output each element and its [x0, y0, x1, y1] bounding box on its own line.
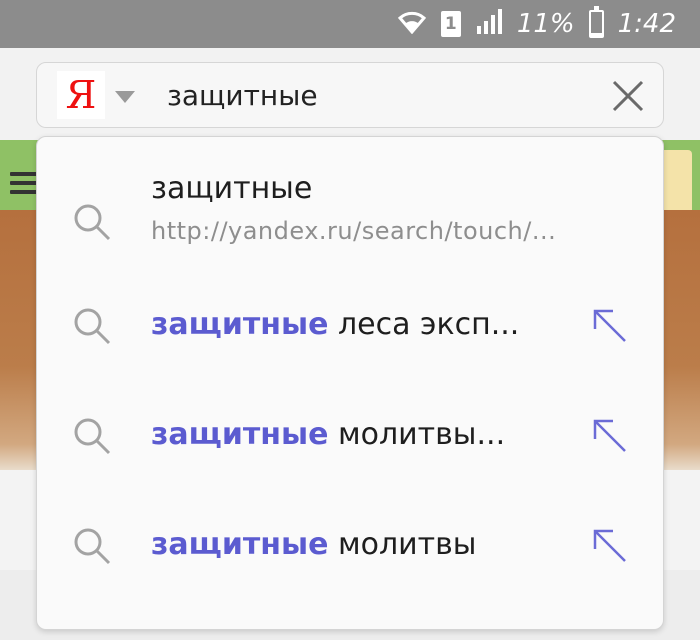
search-icon — [73, 203, 111, 241]
yandex-logo[interactable]: Я — [57, 71, 105, 119]
signal-icon — [475, 8, 503, 41]
battery-level — [590, 33, 602, 36]
search-icon — [73, 417, 111, 455]
wifi-icon — [397, 8, 427, 41]
suggestion-item[interactable]: защитные молитвы... — [37, 387, 663, 487]
sim-icon: 1 — [440, 11, 461, 37]
insert-suggestion-arrow-icon[interactable] — [591, 307, 629, 345]
insert-suggestion-arrow-icon[interactable] — [591, 417, 629, 455]
search-engine-dropdown-icon[interactable] — [115, 91, 135, 103]
search-icon — [73, 527, 111, 565]
suggestion-label: защитные молитвы — [151, 527, 477, 562]
suggestion-item[interactable]: защитные леса эксп... — [37, 277, 663, 377]
insert-suggestion-arrow-icon[interactable] — [591, 527, 629, 565]
suggestion-label: защитные молитвы... — [151, 417, 506, 452]
battery-percentage: 11% — [516, 9, 575, 39]
suggestion-item[interactable]: защитные http://yandex.ru/search/touch/.… — [37, 157, 663, 257]
menu-icon[interactable] — [10, 172, 38, 199]
clear-icon[interactable] — [611, 79, 645, 113]
search-icon — [73, 307, 111, 345]
header-thumbnail — [660, 150, 692, 216]
suggestion-label: защитные — [151, 171, 313, 206]
suggestion-url: http://yandex.ru/search/touch/... — [151, 217, 557, 245]
suggestion-label: защитные леса эксп... — [151, 307, 520, 342]
battery-icon — [588, 6, 604, 38]
status-bar: 1 11% 1:42 — [0, 0, 700, 48]
address-bar[interactable]: Я — [36, 62, 664, 128]
suggestion-item[interactable]: защитные молитвы — [37, 497, 663, 597]
clock: 1:42 — [617, 9, 676, 39]
suggestions-dropdown: защитные http://yandex.ru/search/touch/.… — [36, 136, 664, 630]
search-input[interactable] — [167, 75, 587, 115]
